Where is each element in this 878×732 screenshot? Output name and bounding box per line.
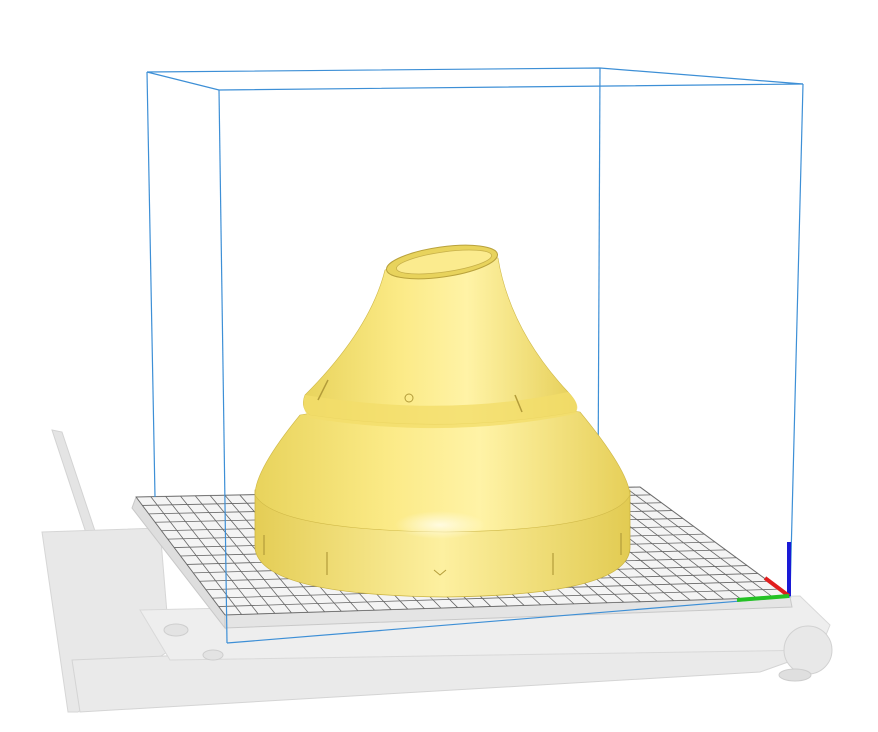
model-highlight <box>395 511 485 539</box>
3d-viewport[interactable] <box>0 0 878 732</box>
frame-left-upright <box>51 429 99 546</box>
frame-spring-mid <box>202 649 224 661</box>
frame-right-knob <box>783 625 833 675</box>
scene-canvas[interactable] <box>0 0 878 732</box>
frame-right-foot <box>778 668 812 682</box>
frame-spring-left <box>163 623 189 637</box>
printed-model[interactable] <box>254 239 631 598</box>
